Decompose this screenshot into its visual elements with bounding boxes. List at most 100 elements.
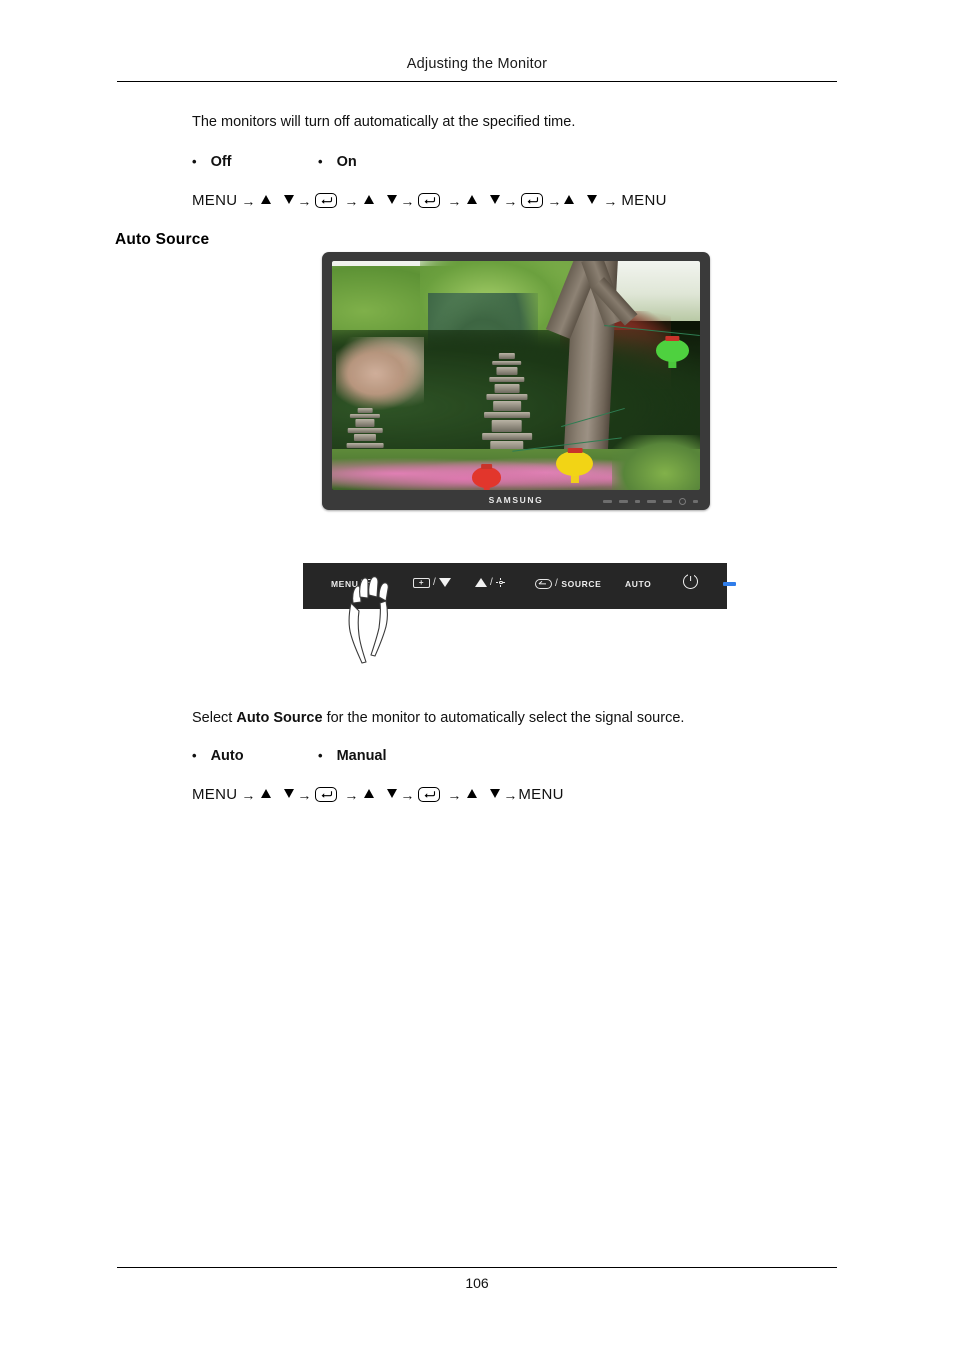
separator-slash: / <box>490 577 494 588</box>
menu-navigation-sequence-top: MENU → → → → → → → → MENU <box>192 192 667 209</box>
nav-menu-label: MENU <box>518 786 564 803</box>
arrow-right-icon: → <box>241 786 256 803</box>
header-divider <box>117 81 837 82</box>
options-list-top: • Off • On <box>192 154 444 170</box>
list-item-auto: • Auto <box>192 748 318 764</box>
list-item-label: Off <box>210 154 232 170</box>
triangle-down-icon <box>284 195 295 204</box>
bezel-led-indicator <box>693 500 698 503</box>
button-panel-inner: MENU / / / SOURCE AUTO <box>303 563 736 664</box>
panel-led-indicator <box>723 582 736 586</box>
samsung-brand-logo: SAMSUNG <box>488 495 544 505</box>
monitor-screen <box>332 261 700 490</box>
triangle-up-icon <box>564 195 575 204</box>
triangle-down-icon <box>284 789 295 798</box>
triangle-up-icon <box>475 578 487 587</box>
triangle-up-icon <box>364 195 375 204</box>
triangle-up-icon <box>467 789 478 798</box>
arrow-right-icon: → <box>503 786 518 803</box>
panel-button-auto-label: AUTO <box>625 579 652 589</box>
bullet-dot-icon: • <box>192 154 197 169</box>
triangle-down-icon <box>490 195 501 204</box>
bullet-dot-icon: • <box>318 154 323 169</box>
list-item-on: • On <box>318 154 444 170</box>
select-suffix: for the monitor to automatically select … <box>322 710 685 726</box>
arrow-right-icon: → <box>344 786 359 803</box>
triangle-up-icon <box>261 195 272 204</box>
arrow-right-icon: → <box>447 192 462 209</box>
triangle-up-icon <box>261 789 272 798</box>
footer-divider <box>117 1267 837 1268</box>
panel-button-down[interactable]: / <box>413 577 452 588</box>
menu-navigation-sequence-bottom: MENU → → → → → → MENU <box>192 786 564 803</box>
screen-lantern-red <box>471 467 502 488</box>
magnify-plus-icon <box>413 577 430 588</box>
monitor-button-panel-illustration: MENU / / / SOURCE AUTO <box>303 563 736 664</box>
page-number: 106 <box>465 1275 489 1291</box>
brightness-sun-icon <box>496 578 506 587</box>
menu-lines-icon <box>361 579 379 589</box>
list-item-label: Manual <box>336 748 387 764</box>
arrow-right-icon: → <box>297 192 312 209</box>
list-item-label: Auto <box>210 748 244 764</box>
bezel-button-up-icon <box>635 500 640 503</box>
select-prefix: Select <box>192 710 237 726</box>
select-bold-term: Auto Source <box>236 710 323 726</box>
separator-slash: / <box>555 578 559 589</box>
arrow-right-icon: → <box>241 192 256 209</box>
page-header-title: Adjusting the Monitor <box>406 56 548 72</box>
panel-button-up[interactable]: / <box>475 577 506 588</box>
enter-key-icon <box>315 787 338 802</box>
enter-key-icon <box>535 578 552 589</box>
list-item-manual: • Manual <box>318 748 444 764</box>
power-icon <box>683 574 698 589</box>
monitor-bezel-buttons <box>603 498 698 505</box>
led-indicator-icon <box>723 582 736 586</box>
list-item-label: On <box>336 154 357 170</box>
nav-menu-label: MENU <box>192 786 238 803</box>
panel-button-auto[interactable]: AUTO <box>625 579 651 589</box>
arrow-right-icon: → <box>503 192 518 209</box>
arrow-right-icon: → <box>400 786 415 803</box>
panel-button-menu-label: MENU <box>331 579 359 589</box>
options-list-bottom: • Auto • Manual <box>192 748 444 764</box>
arrow-right-icon: → <box>400 192 415 209</box>
enter-key-icon <box>418 193 441 208</box>
bullet-dot-icon: • <box>318 748 323 763</box>
bezel-button-source-icon <box>647 500 656 503</box>
arrow-right-icon: → <box>447 786 462 803</box>
bezel-button-down-icon <box>619 500 628 503</box>
panel-button-source[interactable]: / SOURCE <box>535 578 601 589</box>
triangle-down-icon <box>490 789 501 798</box>
triangle-down-icon <box>387 195 398 204</box>
panel-button-power[interactable] <box>683 574 698 589</box>
panel-button-menu[interactable]: MENU <box>331 579 379 589</box>
bezel-button-auto-icon <box>663 500 672 503</box>
section-heading-auto-source: Auto Source <box>115 231 210 248</box>
bullet-dot-icon: • <box>192 748 197 763</box>
list-item-off: • Off <box>192 154 318 170</box>
triangle-down-icon <box>587 195 598 204</box>
separator-slash: / <box>433 577 437 588</box>
arrow-right-icon: → <box>603 192 618 209</box>
nav-menu-label: MENU <box>192 192 238 209</box>
enter-key-icon <box>521 193 544 208</box>
triangle-down-icon <box>387 789 398 798</box>
screen-grass <box>611 435 700 490</box>
enter-key-icon <box>315 193 338 208</box>
enter-key-icon <box>418 787 441 802</box>
triangle-up-icon <box>467 195 478 204</box>
bezel-button-power-icon <box>679 498 686 505</box>
screen-pink-shrub <box>335 336 424 410</box>
triangle-up-icon <box>364 789 375 798</box>
nav-menu-label: MENU <box>621 192 667 209</box>
select-auto-source-paragraph: Select Auto Source for the monitor to au… <box>192 710 684 726</box>
arrow-right-icon: → <box>547 192 562 209</box>
monitor-illustration: SAMSUNG <box>322 252 710 510</box>
arrow-right-icon: → <box>344 192 359 209</box>
bezel-button-menu-icon <box>603 500 612 503</box>
monitor-bottom-bezel: SAMSUNG <box>322 490 710 510</box>
panel-button-source-label: SOURCE <box>561 578 602 589</box>
screen-lantern-green <box>655 338 689 362</box>
triangle-down-icon <box>439 578 452 587</box>
